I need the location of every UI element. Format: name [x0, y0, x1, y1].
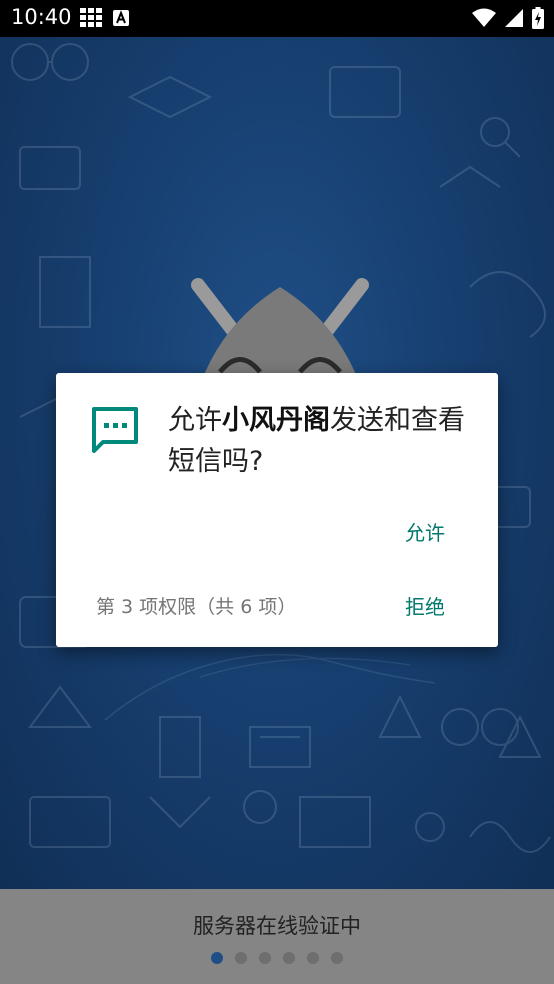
permission-dialog: 允许小风丹阁发送和查看短信吗? 允许 第 3 项权限（共 6 项） 拒绝 — [56, 373, 498, 647]
server-status-text: 服务器在线验证中 — [193, 914, 361, 938]
grid-icon — [80, 8, 102, 27]
wifi-icon — [472, 8, 496, 27]
page-dot — [259, 952, 271, 964]
signal-icon — [505, 9, 523, 27]
status-time: 10:40 — [11, 5, 72, 29]
permission-counter: 第 3 项权限（共 6 项） — [96, 596, 297, 618]
dialog-title: 允许小风丹阁发送和查看短信吗? — [168, 400, 484, 482]
app-name: 小风丹阁 — [222, 405, 330, 436]
allow-button[interactable]: 允许 — [405, 517, 445, 546]
status-bar: 10:40 — [0, 0, 554, 37]
message-icon — [92, 407, 138, 453]
title-prefix: 允许 — [168, 405, 222, 436]
page-dot — [211, 952, 223, 964]
deny-button[interactable]: 拒绝 — [405, 591, 445, 620]
font-a-icon — [113, 10, 129, 26]
page-dot — [235, 952, 247, 964]
page-indicator — [0, 952, 554, 964]
battery-icon — [532, 7, 544, 29]
status-icons-left — [80, 8, 130, 28]
page-dot — [283, 952, 295, 964]
page-dot — [331, 952, 343, 964]
page-dot — [307, 952, 319, 964]
footer-bar: 服务器在线验证中 — [0, 889, 554, 984]
status-icons-right — [472, 7, 544, 29]
